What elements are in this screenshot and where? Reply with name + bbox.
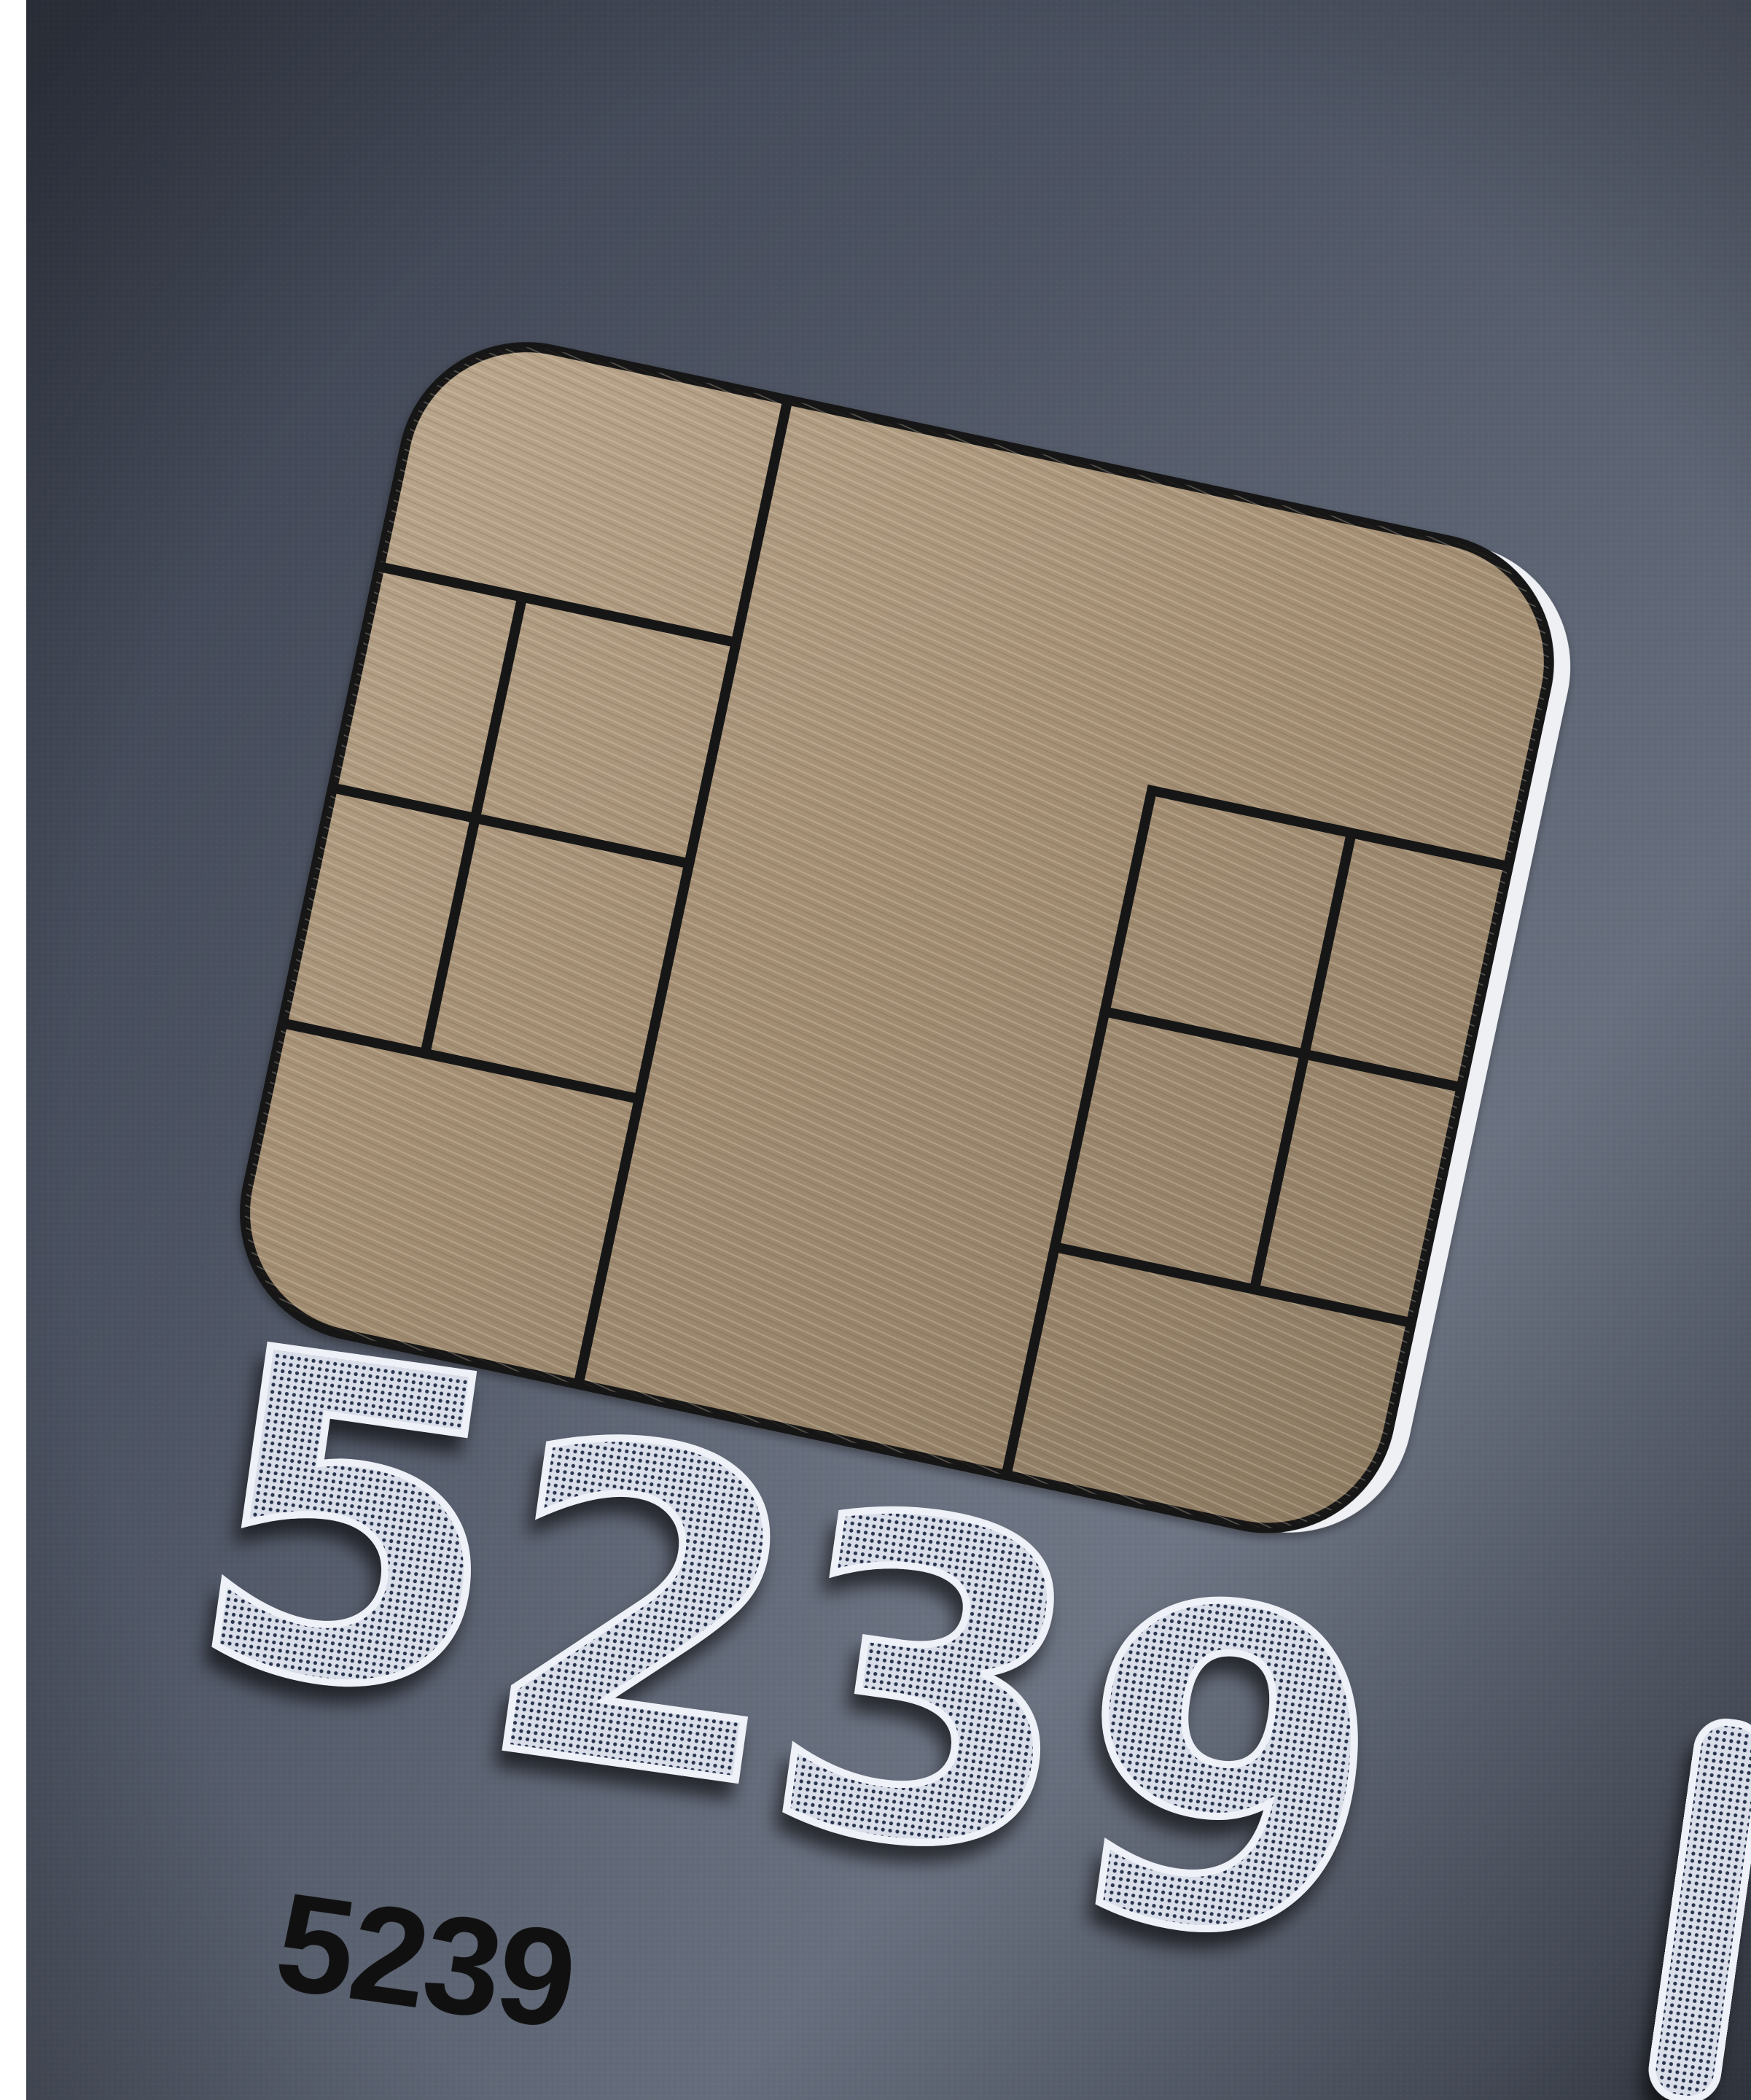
credit-card-photo: 5 2 3 9 5239: [0, 0, 1751, 2100]
